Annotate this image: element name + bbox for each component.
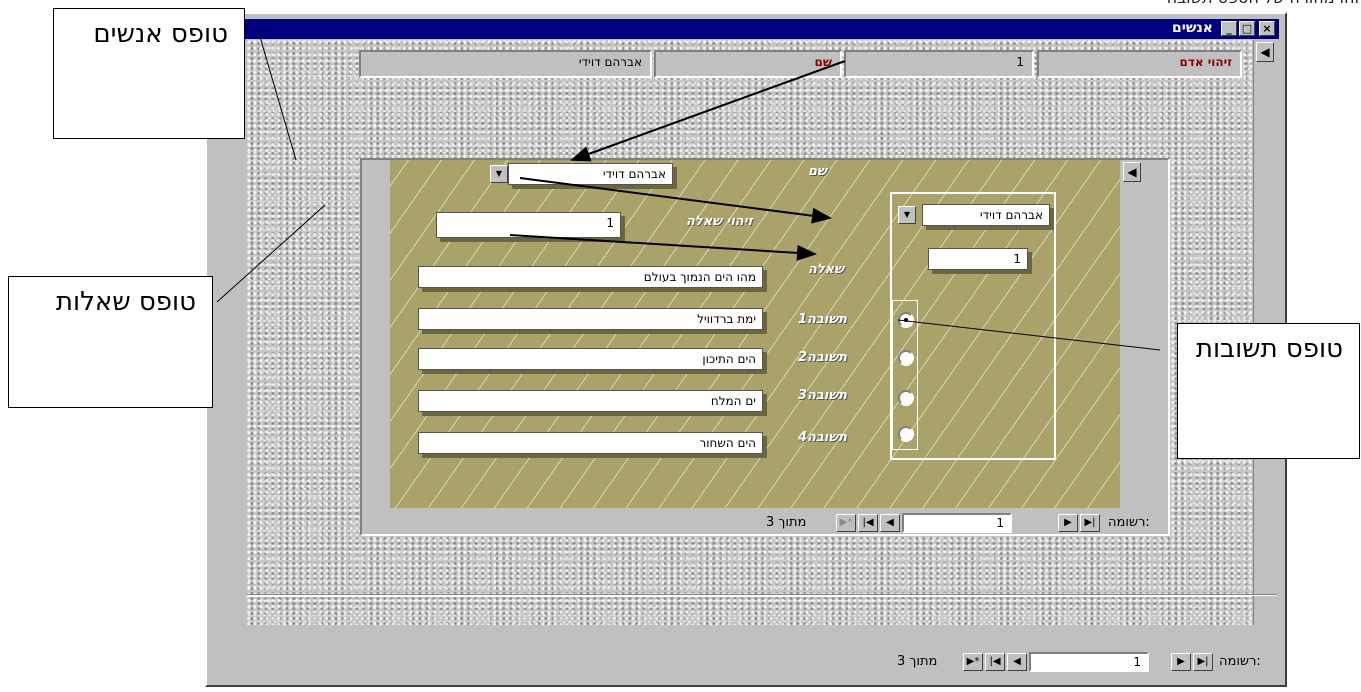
answers-callout-leader — [897, 319, 1161, 351]
questions-callout-leader — [216, 204, 326, 303]
link-arrow-answers-id — [509, 234, 817, 261]
questions-form-callout: טופס שאלות — [8, 276, 213, 408]
link-arrow-name — [570, 60, 846, 162]
answers-form-callout: טופס תשובות — [1177, 323, 1360, 459]
people-form-callout: טופס אנשים — [53, 8, 245, 139]
link-arrow-question-id — [519, 177, 832, 224]
people-callout-leader — [257, 29, 297, 161]
